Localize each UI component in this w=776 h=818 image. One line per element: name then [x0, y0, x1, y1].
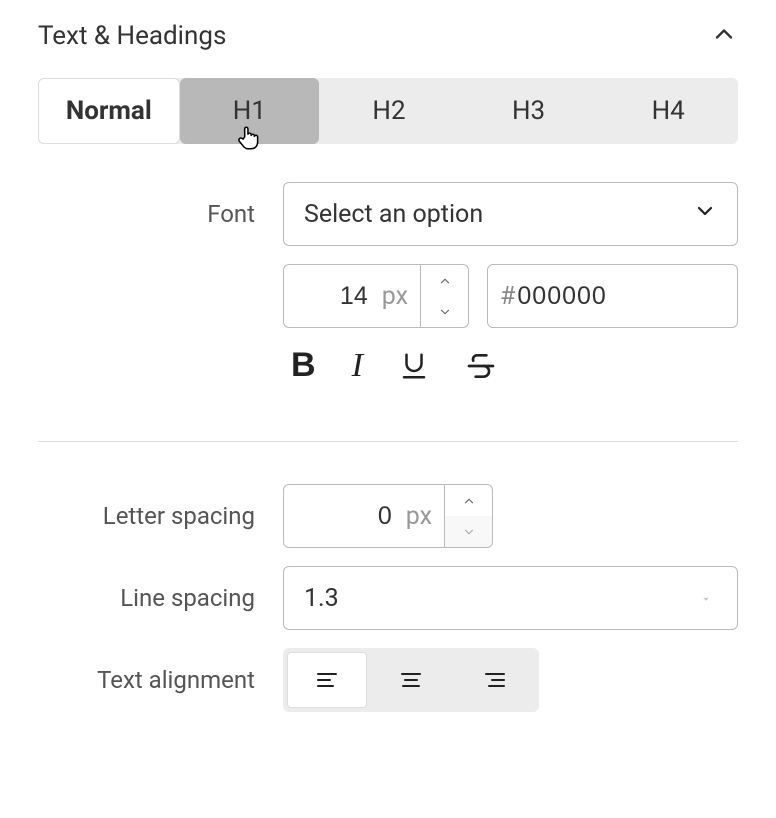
section-title: Text & Headings	[38, 21, 226, 51]
font-size-input[interactable]	[284, 265, 378, 327]
section-header[interactable]: Text & Headings	[38, 20, 738, 52]
chevron-down-icon	[693, 199, 717, 230]
line-spacing-label: Line spacing	[38, 584, 283, 612]
line-spacing-value: 1.3	[304, 584, 339, 613]
font-family-value: Select an option	[304, 200, 483, 229]
font-size-unit: px	[378, 265, 420, 327]
align-center-button[interactable]	[371, 652, 451, 708]
strikethrough-button[interactable]	[465, 346, 497, 385]
text-align-group	[283, 648, 539, 712]
text-headings-panel: Text & Headings Normal H1 H2 H3 H4 Font …	[0, 0, 776, 740]
tab-normal[interactable]: Normal	[38, 78, 180, 144]
tab-h3[interactable]: H3	[459, 78, 599, 144]
caret-down-icon	[699, 584, 713, 613]
letter-spacing-stepper: px	[283, 484, 493, 548]
font-family-select[interactable]: Select an option	[283, 182, 738, 246]
align-left-button[interactable]	[287, 652, 367, 708]
text-alignment-label: Text alignment	[38, 666, 283, 694]
letter-spacing-unit: px	[402, 485, 444, 547]
font-size-stepper: px	[283, 264, 469, 328]
text-style-buttons: B I	[283, 346, 497, 385]
divider	[38, 441, 738, 442]
italic-button[interactable]: I	[352, 346, 363, 385]
bold-button[interactable]: B	[291, 346, 316, 385]
font-color-field: #	[487, 264, 738, 328]
color-hex-input[interactable]	[515, 265, 738, 327]
letter-spacing-input[interactable]	[284, 485, 402, 547]
heading-tabs: Normal H1 H2 H3 H4	[38, 78, 738, 144]
tab-h4[interactable]: H4	[598, 78, 738, 144]
font-label: Font	[38, 200, 283, 228]
underline-button[interactable]	[399, 346, 429, 385]
tab-h1[interactable]: H1	[180, 78, 320, 144]
color-hash: #	[488, 265, 515, 327]
tab-h2[interactable]: H2	[319, 78, 459, 144]
letter-spacing-down[interactable]	[445, 516, 492, 547]
line-spacing-select[interactable]: 1.3	[283, 566, 738, 630]
chevron-up-icon	[710, 20, 738, 52]
letter-spacing-label: Letter spacing	[38, 502, 283, 530]
align-right-button[interactable]	[455, 652, 535, 708]
letter-spacing-up[interactable]	[445, 485, 492, 516]
pointer-cursor-icon	[236, 124, 262, 159]
font-size-up[interactable]	[421, 265, 468, 296]
font-size-down[interactable]	[421, 296, 468, 327]
